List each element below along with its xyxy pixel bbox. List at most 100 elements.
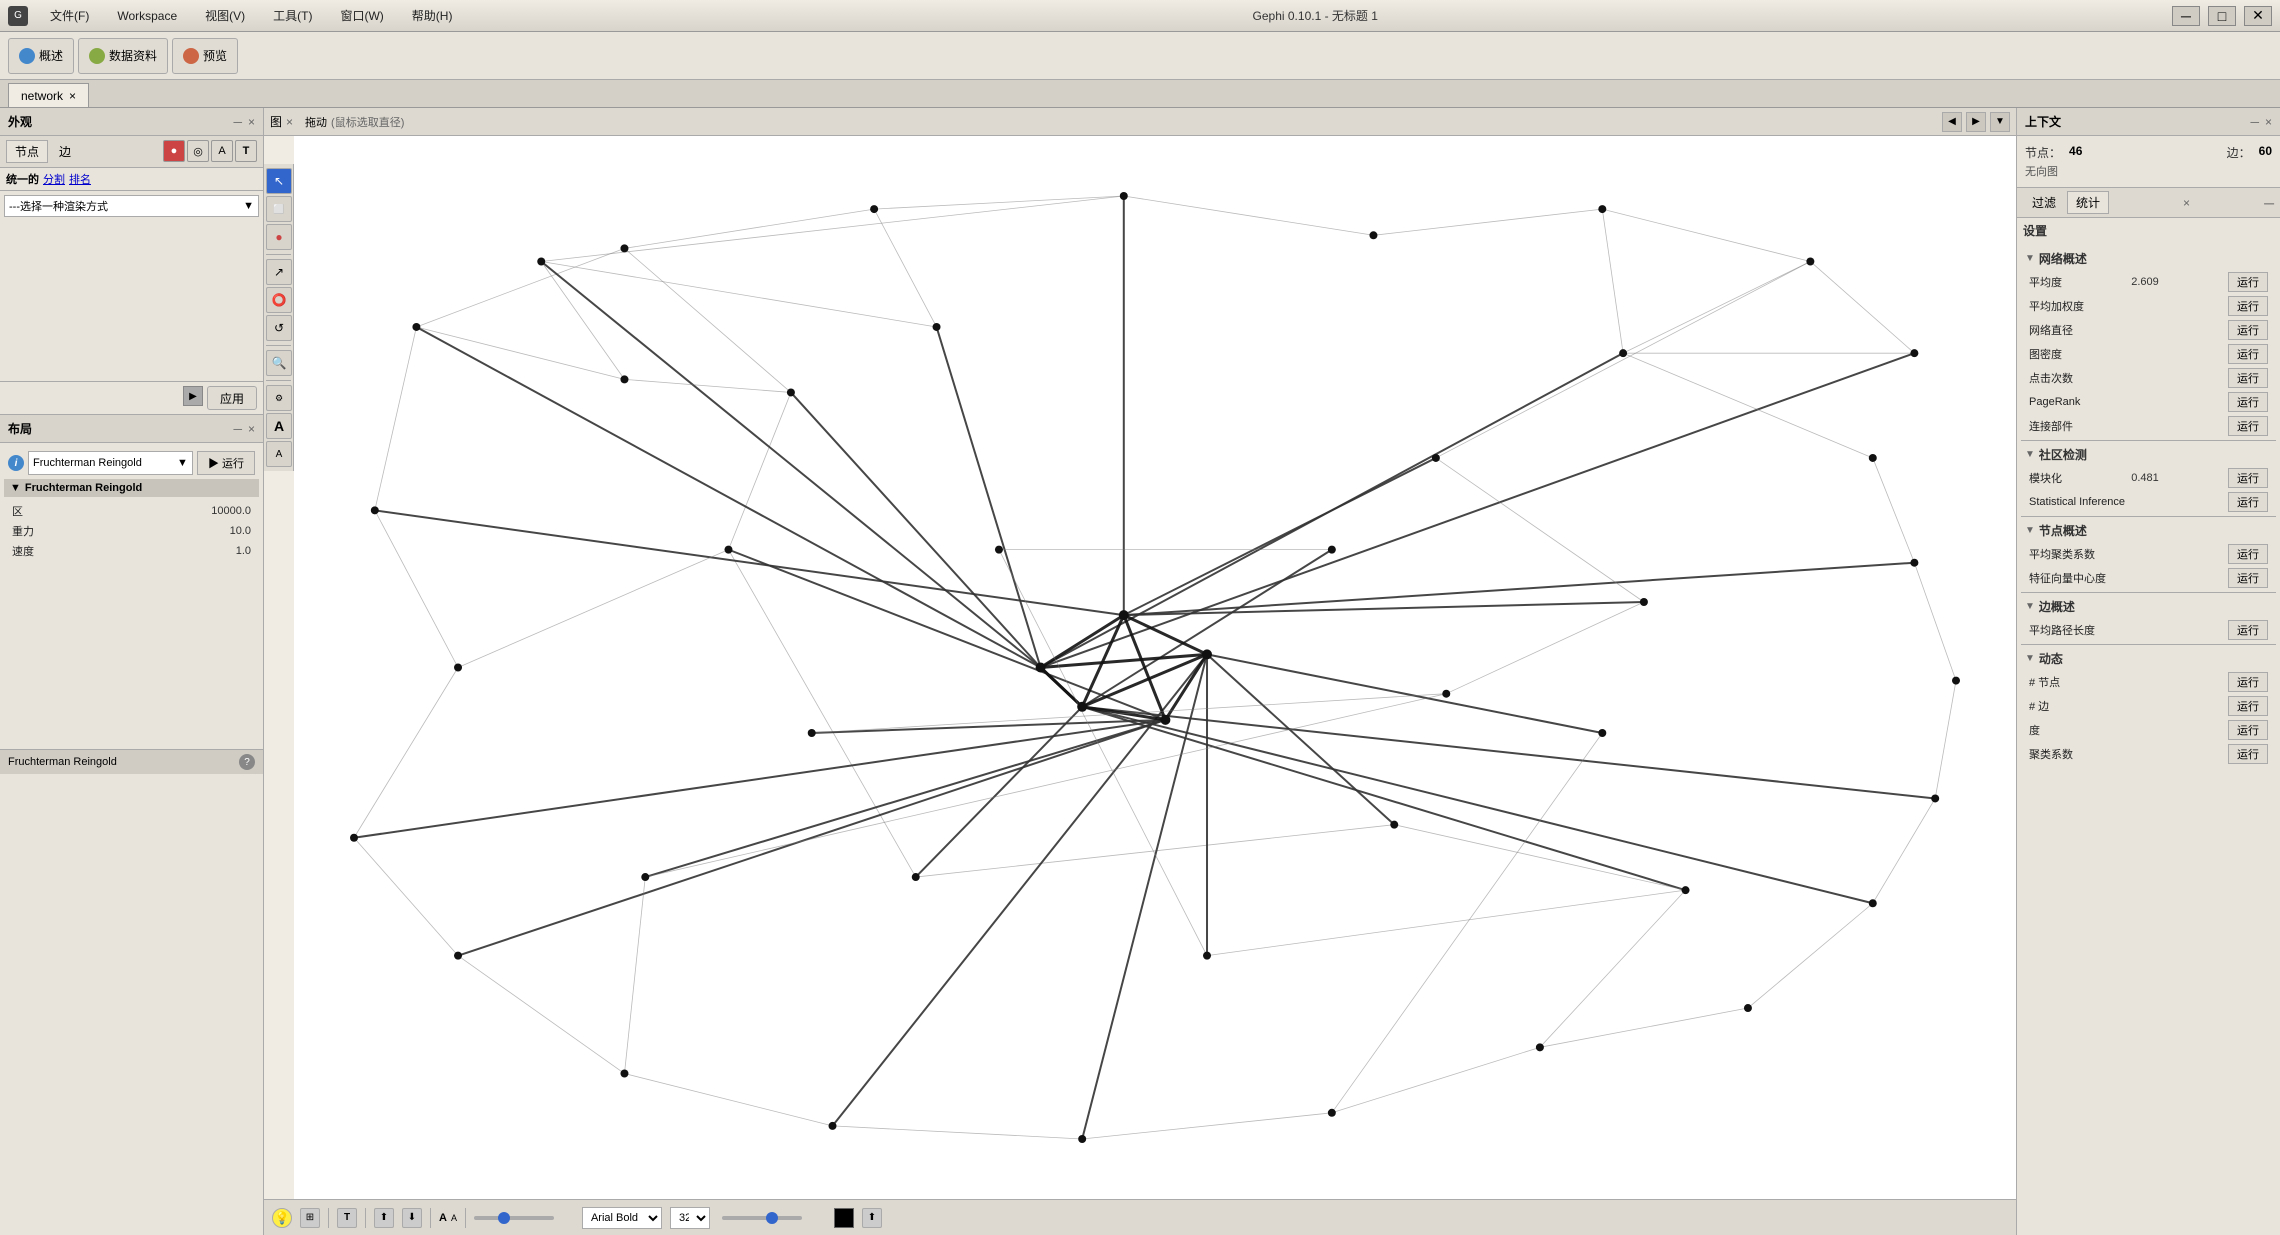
right-panel: 上下文 ─ × 节点： 46 边： 60 无向图 过滤 统计 × [2016, 108, 2280, 1235]
graph-nav-expand[interactable]: ▼ [1990, 112, 2010, 132]
close-button[interactable]: ✕ [2244, 6, 2272, 26]
graph-nav-prev[interactable]: ◀ [1942, 112, 1962, 132]
appearance-title: 外观 [8, 113, 32, 130]
graph-panel-title: 图 [270, 113, 282, 130]
layout-close[interactable]: × [248, 422, 255, 436]
grid-icon[interactable]: ⊞ [300, 1208, 320, 1228]
unified-tab[interactable]: 统一的 [6, 171, 39, 187]
minimize-button[interactable]: ─ [2172, 6, 2200, 26]
context-close[interactable]: × [2265, 115, 2272, 129]
font-size-slider-thumb[interactable] [498, 1212, 510, 1224]
filter-tab[interactable]: 过滤 [2023, 191, 2065, 214]
menu-window[interactable]: 窗口(W) [334, 7, 389, 24]
color-swatch[interactable] [834, 1208, 854, 1228]
dynamic-header[interactable]: ▼ 动态 [2021, 647, 2276, 670]
context-minimize[interactable]: ─ [2250, 115, 2259, 129]
size-slider[interactable] [722, 1216, 802, 1220]
nodes-label: 节点： [2025, 144, 2061, 161]
separator-2 [365, 1208, 366, 1228]
run-avg-degree[interactable]: 运行 [2228, 272, 2268, 292]
zoom-out-icon[interactable]: ⬇ [402, 1208, 422, 1228]
run-eigenvector[interactable]: 运行 [2228, 568, 2268, 588]
community-detection-header[interactable]: ▼ 社区检测 [2021, 443, 2276, 466]
font-size-slider[interactable] [474, 1216, 554, 1220]
graph-panel-close[interactable]: × [286, 115, 293, 129]
zoom-in-icon[interactable]: ⬆ [374, 1208, 394, 1228]
font-family-select[interactable]: Arial Bold [582, 1207, 662, 1229]
run-hits[interactable]: 运行 [2228, 368, 2268, 388]
node-overview-header[interactable]: ▼ 节点概述 [2021, 519, 2276, 542]
menu-tools[interactable]: 工具(T) [267, 7, 318, 24]
label-tool-a2[interactable]: A [266, 441, 292, 467]
run-dyn-degree[interactable]: 运行 [2228, 720, 2268, 740]
algo-info-icon[interactable]: i [8, 455, 24, 471]
menu-workspace[interactable]: Workspace [111, 9, 183, 23]
run-avg-path[interactable]: 运行 [2228, 620, 2268, 640]
layout-minimize[interactable]: ─ [233, 422, 242, 436]
text-tool-icon[interactable]: T [337, 1208, 357, 1228]
graph-nav-next[interactable]: ▶ [1966, 112, 1986, 132]
rect-select-tool[interactable]: ⬜ [266, 196, 292, 222]
menu-view[interactable]: 视图(V) [199, 7, 251, 24]
run-modularity[interactable]: 运行 [2228, 468, 2268, 488]
run-connected[interactable]: 运行 [2228, 416, 2268, 436]
apply-button[interactable]: 应用 [207, 386, 257, 410]
stats-content: ▼ 网络概述 平均度 2.609 运行 平均加权度 运行 网络直径 运行 图 [2017, 243, 2280, 1235]
tab-close[interactable]: × [69, 89, 76, 103]
edges-label: 边： [2227, 144, 2251, 161]
run-clustering[interactable]: 运行 [2228, 544, 2268, 564]
lasso-tool[interactable]: ⭕ [266, 287, 292, 313]
stat-dyn-edges: # 边 运行 [2021, 694, 2276, 718]
menu-file[interactable]: 文件(F) [44, 7, 95, 24]
bulb-icon[interactable]: 💡 [272, 1208, 292, 1228]
font-size-select[interactable]: 32 [670, 1207, 710, 1229]
edges-tab[interactable]: 边 [50, 140, 80, 163]
network-overview-header[interactable]: ▼ 网络概述 [2021, 247, 2276, 270]
render-select[interactable]: ---选择一种渲染方式 ▼ [4, 195, 259, 217]
stats-maximize[interactable]: ─ [2264, 195, 2274, 211]
tool-separator-2 [266, 345, 291, 346]
maximize-button[interactable]: □ [2208, 6, 2236, 26]
run-statistical-inference[interactable]: 运行 [2228, 492, 2268, 512]
run-density[interactable]: 运行 [2228, 344, 2268, 364]
network-tab[interactable]: network × [8, 83, 89, 107]
appearance-close[interactable]: × [248, 115, 255, 129]
algo-select[interactable]: Fruchterman Reingold ▼ [28, 451, 193, 475]
fisheye-tool[interactable]: ● [266, 224, 292, 250]
nodes-tab[interactable]: 节点 [6, 140, 48, 163]
run-diameter[interactable]: 运行 [2228, 320, 2268, 340]
rotate-tool[interactable]: ↺ [266, 315, 292, 341]
run-button[interactable]: ▶ 运行 [197, 451, 255, 475]
menu-help[interactable]: 帮助(H) [406, 7, 459, 24]
export-icon[interactable]: ⬆ [862, 1208, 882, 1228]
split-tab[interactable]: 分割 [43, 171, 65, 187]
stat-avg-path: 平均路径长度 运行 [2021, 618, 2276, 642]
stats-close[interactable]: × [2183, 196, 2190, 210]
path-tool[interactable]: ↗ [266, 259, 292, 285]
pointer-tool[interactable]: ↖ [266, 168, 292, 194]
run-dyn-nodes[interactable]: 运行 [2228, 672, 2268, 692]
zoom-tool[interactable]: 🔍 [266, 350, 292, 376]
overview-btn[interactable]: 概述 [8, 38, 74, 74]
preview-btn[interactable]: 预览 [172, 38, 238, 74]
size-slider-thumb[interactable] [766, 1212, 778, 1224]
label-icon-btn[interactable]: A [211, 140, 233, 162]
run-avg-wdegree[interactable]: 运行 [2228, 296, 2268, 316]
rank-tab[interactable]: 排名 [69, 171, 91, 187]
label-tool-a[interactable]: A [266, 413, 292, 439]
run-pagerank[interactable]: 运行 [2228, 392, 2268, 412]
algo-header[interactable]: ▼ Fruchterman Reingold [4, 479, 259, 497]
param-row-0: 区 10000.0 [8, 501, 255, 521]
edge-overview-header[interactable]: ▼ 边概述 [2021, 595, 2276, 618]
appearance-minimize[interactable]: ─ [233, 115, 242, 129]
size-icon-btn[interactable]: ◎ [187, 140, 209, 162]
data-lab-btn[interactable]: 数据资料 [78, 38, 168, 74]
text-icon-btn[interactable]: T [235, 140, 257, 162]
color-icon-btn[interactable]: ● [163, 140, 185, 162]
run-dyn-edges[interactable]: 运行 [2228, 696, 2268, 716]
statistics-tab[interactable]: 统计 [2067, 191, 2109, 214]
edge-tool[interactable]: ⚙ [266, 385, 292, 411]
help-icon[interactable]: ? [239, 754, 255, 770]
edges-value: 60 [2259, 144, 2272, 161]
run-dyn-clustering[interactable]: 运行 [2228, 744, 2268, 764]
